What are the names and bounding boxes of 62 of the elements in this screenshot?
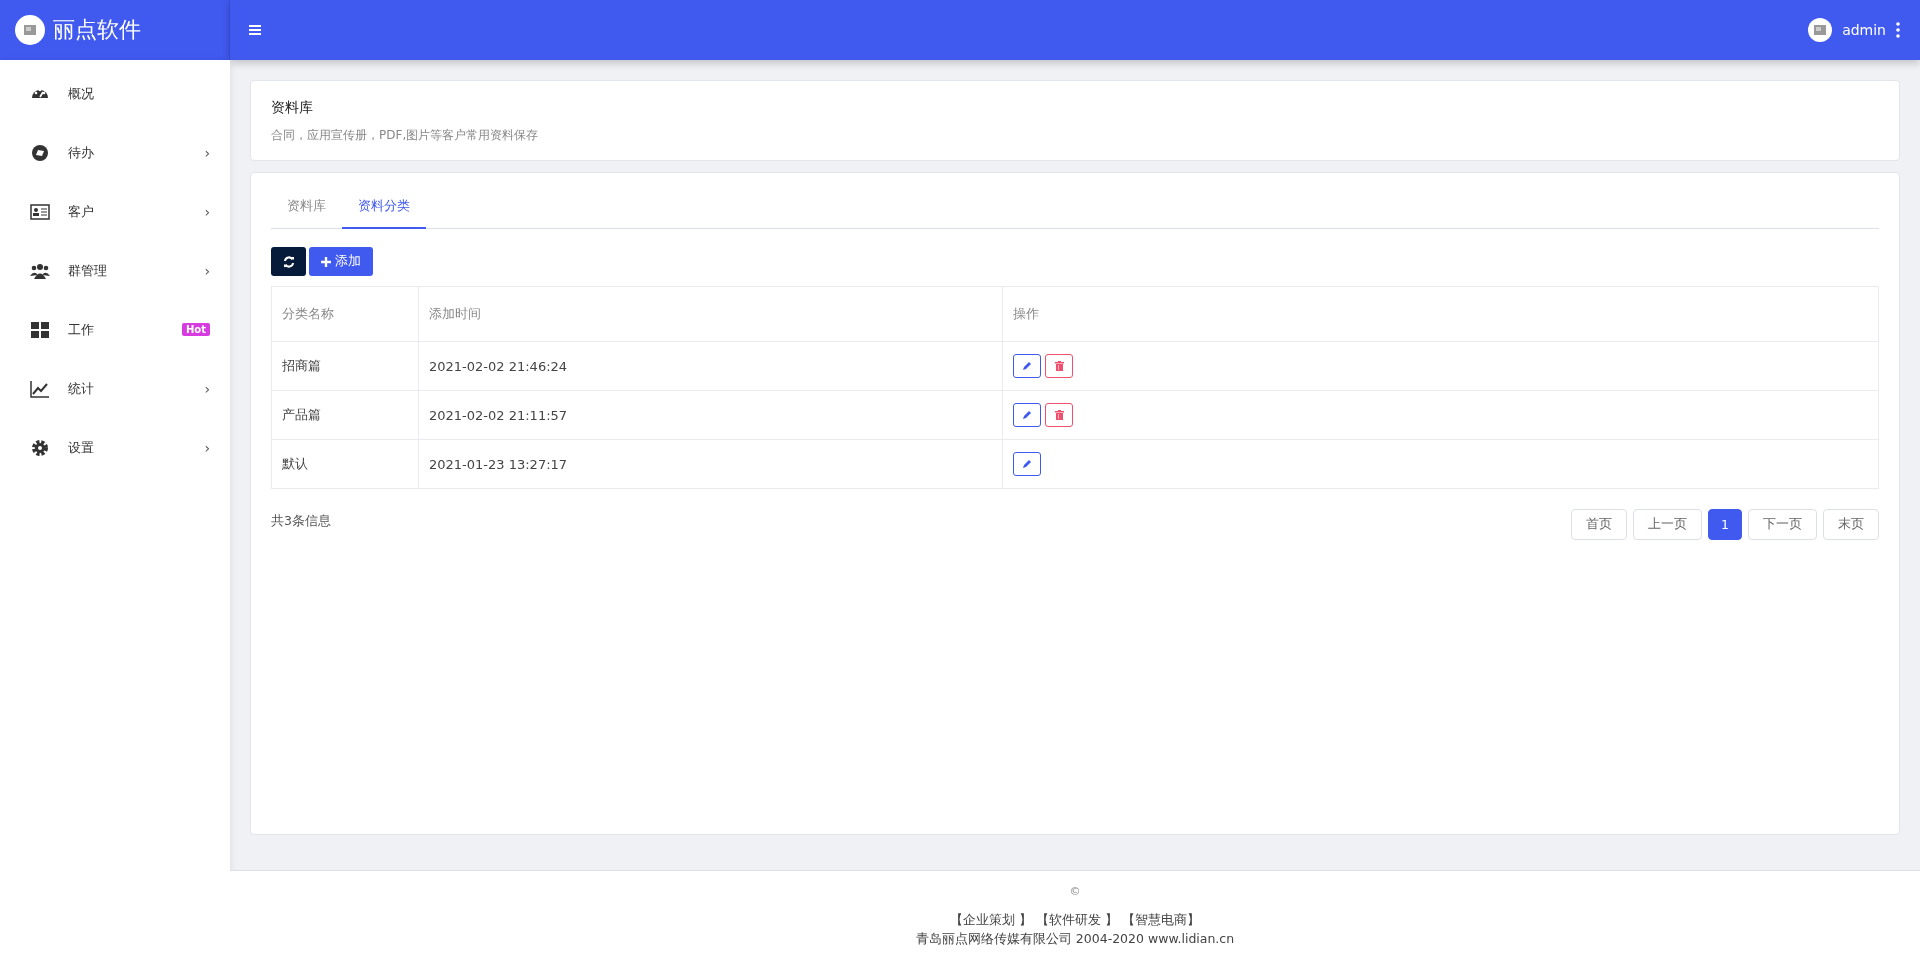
chevron-icon: › (204, 439, 210, 456)
settings-icon (30, 437, 50, 458)
page-button[interactable]: 上一页 (1633, 509, 1703, 540)
logo-icon (15, 15, 45, 45)
user-name[interactable]: admin (1842, 22, 1886, 38)
footer-link[interactable]: 【软件研发 】 (1036, 912, 1118, 929)
column-header: 操作 (1002, 286, 1879, 342)
delete-button[interactable] (1045, 354, 1073, 378)
footer-link[interactable]: 【智慧电商】 (1122, 912, 1200, 929)
table-cell: 2021-02-02 21:11:57 (418, 390, 1003, 440)
copyright: © (1069, 885, 1081, 898)
sidebar-item[interactable]: 工作 (68, 320, 182, 339)
add-button[interactable]: 添加 (309, 247, 373, 276)
trash-icon (1054, 410, 1064, 420)
id-card-icon (30, 201, 50, 222)
page-subtitle: 合同，应用宣传册，PDF,图片等客户常用资料保存 (271, 127, 540, 144)
column-header: 分类名称 (271, 286, 419, 342)
record-count: 共3条信息 (271, 513, 331, 530)
trash-icon (1054, 361, 1064, 371)
chevron-icon: › (204, 144, 210, 161)
edit-button[interactable] (1013, 452, 1041, 476)
pencil-icon (1022, 361, 1032, 371)
hot-badge: Hot (181, 323, 210, 336)
table-cell: 2021-01-23 13:27:17 (418, 439, 1003, 489)
table-cell: 产品篇 (271, 390, 419, 440)
page-button[interactable]: 末页 (1823, 509, 1879, 540)
avatar-icon[interactable] (1808, 18, 1833, 42)
sidebar-item[interactable]: 待办 (68, 143, 205, 162)
company-info: 青岛丽点网络传媒有限公司 2004-2020 www.lidian.cn (915, 931, 1235, 948)
line-chart-icon (30, 378, 50, 399)
chevron-icon: › (204, 203, 210, 220)
pencil-icon (1022, 410, 1032, 420)
page-button[interactable]: 下一页 (1748, 509, 1817, 540)
tab[interactable]: 资料分类 (342, 185, 426, 229)
chevron-icon: › (204, 262, 210, 279)
page-title: 资料库 (271, 99, 314, 117)
table-cell: 默认 (271, 439, 419, 489)
sidebar-item[interactable]: 设置 (68, 438, 205, 457)
edit-button[interactable] (1013, 354, 1041, 378)
sidebar-item[interactable]: 概况 (68, 84, 210, 103)
menu-icon[interactable] (248, 24, 262, 36)
more-icon[interactable] (1896, 22, 1900, 38)
table-cell: 招商篇 (271, 341, 419, 391)
sidebar-item[interactable]: 群管理 (68, 261, 205, 280)
column-header: 添加时间 (418, 286, 1003, 342)
footer-link[interactable]: 【企业策划 】 (950, 912, 1032, 929)
chevron-icon: › (204, 380, 210, 397)
sidebar-item[interactable]: 客户 (68, 202, 205, 221)
page-button[interactable]: 首页 (1571, 509, 1628, 540)
page-button[interactable]: 1 (1708, 509, 1742, 540)
brand-name: 丽点软件 (53, 16, 141, 44)
delete-button[interactable] (1045, 403, 1073, 427)
tab[interactable]: 资料库 (271, 185, 342, 229)
sidebar-item[interactable]: 统计 (68, 379, 205, 398)
compass-icon (30, 142, 50, 163)
table-cell: 2021-02-02 21:46:24 (418, 341, 1003, 391)
plus-icon (321, 256, 331, 267)
edit-button[interactable] (1013, 403, 1041, 427)
grid-icon (30, 319, 50, 340)
refresh-icon (282, 255, 295, 268)
pencil-icon (1022, 459, 1032, 469)
refresh-button[interactable] (271, 247, 306, 276)
